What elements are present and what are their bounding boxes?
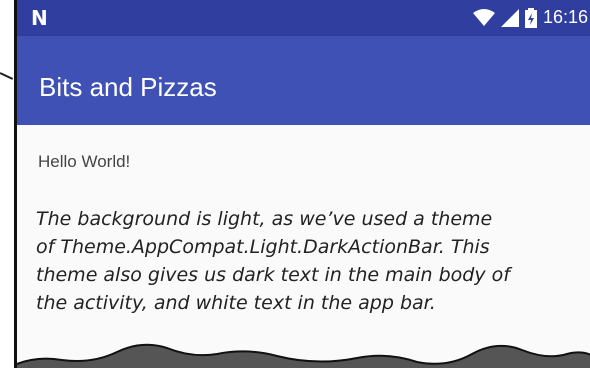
hello-text-view: Hello World! [38,152,131,171]
app-title: Bits and Pizzas [39,72,217,102]
annotation-line: The background is light, as we’ve used a… [36,208,493,230]
app-bar: Bits and Pizzas [17,36,590,125]
battery-charging-icon [524,7,537,28]
wifi-icon [472,8,495,27]
annotation-line: the activity, and white text in the app … [36,292,436,314]
annotation-line: of Theme.AppCompat.Light.DarkActionBar. … [36,236,490,258]
signal-icon [500,8,519,27]
android-n-icon: N [31,6,48,30]
page: N 16:16 Bits and Pizzas Hello World! The… [0,0,590,368]
status-time: 16:16 [542,7,588,27]
status-bar: N 16:16 [17,0,590,36]
status-icons: 16:16 [472,7,588,28]
annotation-line: theme also gives us dark text in the mai… [36,264,510,286]
torn-edge-decoration [17,343,590,368]
handwritten-annotation: The background is light, as we’ve used a… [36,205,576,317]
annotation-pointer-line [0,72,14,80]
